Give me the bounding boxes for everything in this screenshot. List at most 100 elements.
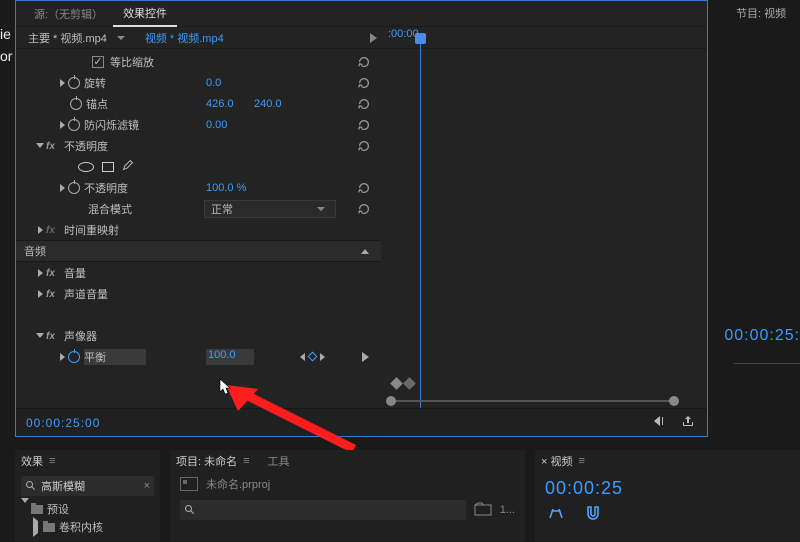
tools-tab[interactable]: 工具 (268, 453, 290, 469)
clip-selector-row: 主要 * 视频.mp4 视频 * 视频.mp4 (16, 27, 707, 49)
sequence-timecode[interactable]: 00:00:25 (535, 472, 800, 505)
play-icon[interactable] (362, 352, 369, 362)
tree-item-presets[interactable]: 预设 (15, 500, 160, 518)
channel-volume-label: 声道音量 (64, 286, 108, 302)
magnet-icon[interactable] (585, 505, 601, 524)
balance-value-input[interactable]: 100.0 (206, 349, 254, 365)
program-panel-header[interactable]: 节目: 视频 (732, 0, 800, 26)
item-count: 1... (500, 504, 515, 516)
project-search-input[interactable] (200, 504, 462, 516)
prev-keyframe-icon[interactable] (300, 353, 305, 361)
reset-icon[interactable] (357, 118, 371, 132)
next-keyframe-icon[interactable] (320, 353, 325, 361)
rect-mask-icon[interactable] (102, 162, 114, 172)
reset-icon[interactable] (357, 202, 371, 216)
program-timecode[interactable]: 00:00:25:0 (724, 327, 800, 345)
antiflicker-value[interactable]: 0.00 (206, 119, 227, 131)
opacity-value[interactable]: 100.0 % (206, 182, 246, 194)
checkbox-scale-ratio[interactable]: ✓ (92, 56, 104, 68)
keyframe-nav[interactable] (300, 353, 325, 361)
tab-source[interactable]: 源:（无剪辑） (24, 2, 113, 26)
stopwatch-icon[interactable] (68, 119, 80, 131)
clear-search-icon[interactable]: × (144, 480, 150, 492)
keyframe-diamond-icon[interactable] (403, 377, 416, 390)
sequence-panel-header[interactable]: × 视频 (541, 453, 572, 469)
expand-toggle[interactable] (34, 290, 46, 298)
effects-panel: 效果 ≡ × 预设 卷积内核 (15, 450, 160, 542)
panel-menu-icon[interactable]: ≡ (243, 455, 249, 467)
playback-icon[interactable] (653, 415, 669, 430)
tab-effect-controls[interactable]: 效果控件 (113, 1, 177, 27)
fx-icon[interactable]: fx (46, 289, 60, 299)
project-search[interactable] (180, 500, 466, 520)
reset-icon[interactable] (357, 139, 371, 153)
project-panel-header[interactable]: 项目: 未命名 (176, 453, 237, 469)
project-icon (180, 477, 198, 491)
effects-search[interactable]: × (21, 476, 154, 496)
tree-item-convolution[interactable]: 卷积内核 (15, 518, 160, 536)
export-icon[interactable] (681, 414, 695, 431)
program-ruler[interactable] (734, 355, 800, 375)
effects-panel-header[interactable]: 效果 (21, 453, 43, 469)
expand-toggle[interactable] (56, 353, 68, 361)
play-icon[interactable] (370, 33, 377, 43)
reset-icon[interactable] (357, 181, 371, 195)
stopwatch-icon[interactable] (68, 182, 80, 194)
stopwatch-icon[interactable] (68, 351, 80, 363)
panel-tabs: 源:（无剪辑） 效果控件 (16, 1, 707, 27)
effect-timeline[interactable] (386, 51, 707, 408)
stopwatch-icon[interactable] (70, 98, 82, 110)
fx-icon[interactable]: fx (46, 225, 60, 235)
snap-icon[interactable] (547, 506, 565, 523)
expand-toggle[interactable] (56, 121, 68, 129)
expand-toggle[interactable] (34, 226, 46, 234)
effect-controls-panel: 源:（无剪辑） 效果控件 主要 * 视频.mp4 视频 * 视频.mp4 :00… (15, 0, 708, 437)
expand-toggle[interactable] (34, 269, 46, 277)
keyframe-diamond-icon[interactable] (390, 377, 403, 390)
panner-label: 声像器 (64, 328, 97, 344)
reset-icon[interactable] (357, 76, 371, 90)
balance-label: 平衡 (84, 349, 146, 365)
expand-toggle[interactable] (56, 184, 68, 192)
effects-search-input[interactable] (41, 480, 144, 492)
blendmode-select[interactable]: 正常 (204, 200, 336, 218)
panel-menu-icon[interactable]: ≡ (578, 455, 584, 467)
sequence-clip-label[interactable]: 视频 * 视频.mp4 (137, 30, 232, 46)
stopwatch-icon[interactable] (68, 77, 80, 89)
sequence-panel: × 视频 ≡ 00:00:25 (535, 450, 800, 542)
add-keyframe-icon[interactable] (308, 352, 318, 362)
ellipse-mask-icon[interactable] (78, 162, 94, 172)
fx-icon[interactable]: fx (46, 141, 60, 151)
footer-timecode[interactable]: 00:00:25:00 (16, 416, 100, 430)
blendmode-label: 混合模式 (88, 201, 132, 217)
section-collapse-icon[interactable] (361, 249, 369, 254)
pen-mask-icon[interactable] (122, 159, 134, 174)
volume-label: 音量 (64, 265, 86, 281)
zoom-handle-left[interactable] (386, 396, 396, 406)
search-icon (25, 480, 37, 492)
expand-toggle[interactable] (34, 333, 46, 338)
rotation-label: 旋转 (84, 75, 106, 91)
anchor-y-value[interactable]: 240.0 (254, 98, 282, 110)
rotation-value[interactable]: 0.0 (206, 77, 221, 89)
bin-icon[interactable] (474, 502, 492, 519)
opacity-group-label: 不透明度 (64, 138, 108, 154)
project-panel: 项目: 未命名 ≡ 工具 未命名.prproj 1... (170, 450, 525, 542)
expand-toggle[interactable] (56, 79, 68, 87)
program-monitor-panel: 节目: 视频 00:00:25:0 (732, 0, 800, 437)
playhead[interactable] (420, 39, 421, 408)
timeline-ruler-start: :00:00 (388, 28, 419, 40)
anchor-label: 锚点 (86, 96, 108, 112)
fx-icon[interactable]: fx (46, 268, 60, 278)
fx-icon[interactable]: fx (46, 331, 60, 341)
expand-toggle[interactable] (34, 143, 46, 148)
anchor-x-value[interactable]: 426.0 (206, 98, 234, 110)
reset-icon[interactable] (357, 97, 371, 111)
zoom-ruler[interactable] (386, 396, 679, 406)
cropped-text: ie or (0, 26, 12, 64)
reset-icon[interactable] (357, 55, 371, 69)
panel-menu-icon[interactable]: ≡ (49, 455, 55, 467)
panel-footer: 00:00:25:00 (16, 408, 707, 436)
chevron-down-icon[interactable] (117, 36, 125, 40)
zoom-handle-right[interactable] (669, 396, 679, 406)
